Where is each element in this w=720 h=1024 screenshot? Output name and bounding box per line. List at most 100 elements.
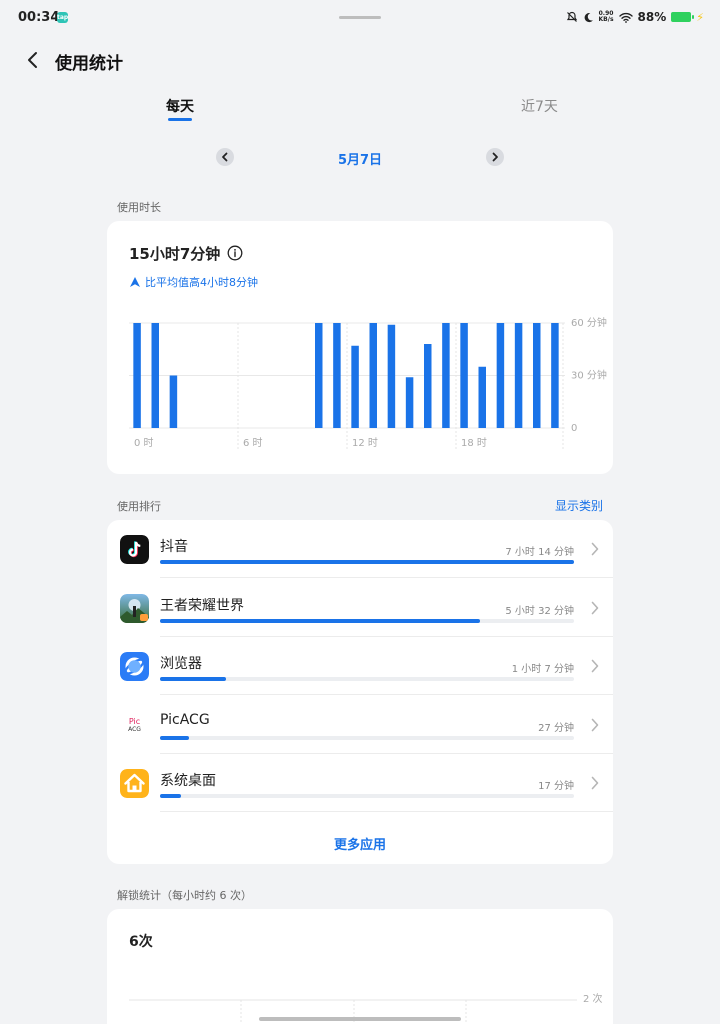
net-speed-unit: KB/s — [598, 16, 614, 23]
mute-bell-icon — [566, 11, 577, 22]
status-time: 00:34 — [18, 10, 60, 25]
usage-bar — [169, 375, 178, 428]
usage-progress-track — [160, 618, 574, 623]
x-tick-label: 0 时 — [134, 437, 154, 449]
battery-percent: 88% — [637, 10, 667, 24]
picacg-icon-text: ACG — [128, 725, 141, 733]
app-usage-row[interactable]: 浏览器 1 小时 7 分钟 — [107, 637, 613, 695]
usage-progress-fill — [160, 560, 574, 564]
moon-icon — [584, 12, 593, 22]
app-usage-time: 7 小时 14 分钟 — [505, 547, 574, 558]
usage-bar-chart: 0 时 6 时 12 时 18 时 60 分钟 30 分钟 0 — [129, 316, 607, 450]
usage-bar — [424, 344, 432, 428]
usage-duration-section-title: 使用时长 — [117, 201, 161, 214]
unlock-y-tick-label: 2 次 — [583, 992, 603, 1005]
app-name: 系统桌面 — [160, 773, 216, 789]
usage-bar — [478, 366, 486, 428]
current-date: 5月7日 — [337, 153, 383, 168]
chevron-right-icon — [591, 542, 599, 556]
top-bar: 使用统计 — [0, 40, 720, 80]
douyin-icon — [120, 535, 149, 564]
usage-bar — [405, 377, 414, 428]
app-usage-time: 5 小时 32 分钟 — [505, 605, 574, 617]
status-bar: 00:34 tap 0.90 KB/s 88% ⚡ — [0, 0, 720, 34]
usage-progress-fill — [160, 618, 480, 623]
app-usage-row[interactable]: 系统桌面 17 分钟 — [107, 754, 613, 812]
usage-bar — [514, 323, 523, 428]
usage-bar — [333, 323, 341, 428]
chevron-right-icon — [591, 601, 599, 614]
app-name: PicACG — [160, 711, 210, 728]
usage-bar — [351, 345, 359, 428]
back-arrow-icon[interactable] — [22, 48, 44, 72]
y-tick-label: 0 — [571, 423, 577, 434]
usage-comparison: 比平均值高4小时8分钟 — [129, 274, 258, 290]
chevron-right-icon — [591, 718, 599, 731]
usage-bar — [460, 323, 468, 428]
app-usage-row[interactable]: 抖音 7 小时 14 分钟 — [107, 520, 613, 578]
x-tick-label: 6 时 — [243, 437, 263, 449]
row-divider — [160, 811, 613, 812]
charging-icon: ⚡ — [696, 10, 704, 24]
usage-progress-track — [160, 560, 574, 564]
browser-icon — [120, 652, 149, 681]
unlock-card: 6次 2 次 — [107, 909, 613, 1024]
app-name: 王者荣耀世界 — [160, 597, 244, 614]
app-usage-time: 27 分钟 — [538, 722, 574, 734]
net-speed: 0.90 KB/s — [599, 11, 614, 23]
app-usage-row[interactable]: Pic ACG PicACG 27 分钟 — [107, 696, 613, 754]
usage-progress-track — [160, 677, 574, 681]
chevron-right-icon — [492, 152, 498, 162]
picacg-icon-text: Pic — [128, 716, 141, 726]
x-tick-label: 18 时 — [461, 437, 487, 449]
period-tabs: 每天 近7天 — [0, 92, 720, 128]
usage-bar — [551, 323, 559, 428]
chevron-right-icon — [591, 659, 599, 673]
more-apps-button[interactable]: 更多应用 — [107, 834, 613, 853]
usage-progress-track — [160, 794, 574, 798]
usage-bar — [387, 324, 396, 428]
usage-bar — [496, 323, 505, 428]
app-name: 浏览器 — [160, 656, 202, 672]
unlock-count: 6次 — [129, 934, 153, 950]
usage-progress-fill — [160, 794, 181, 798]
next-day-button[interactable] — [486, 148, 504, 166]
usage-bar — [442, 323, 450, 428]
usage-duration-card: 15小时7分钟 比平均值高4小时8分钟 0 时 6 时 12 时 18 时 60 分钟 3… — [107, 221, 613, 474]
app-usage-row[interactable]: 王者荣耀世界 5 小时 32 分钟 — [107, 579, 613, 637]
usage-progress-track — [160, 735, 574, 740]
y-tick-label: 60 分钟 — [571, 316, 607, 329]
home-indicator[interactable] — [259, 1017, 461, 1021]
tab-indicator — [168, 118, 192, 121]
usage-comparison-text: 比平均值高4小时8分钟 — [145, 276, 258, 289]
chevron-right-icon — [591, 776, 599, 790]
total-usage-time: 15小时7分钟 — [129, 245, 221, 263]
usage-ranking-card: 抖音 7 小时 14 分钟王者荣耀世界 5 小时 32 分钟浏览器 1 小时 7 分钟… — [107, 520, 613, 864]
tab-last-7-days[interactable]: 近7天 — [521, 96, 558, 116]
app-usage-time: 17 分钟 — [538, 781, 574, 792]
app-name: 抖音 — [160, 539, 188, 555]
usage-bar — [533, 323, 541, 428]
battery-icon — [671, 12, 695, 22]
wifi-icon — [618, 12, 633, 23]
game-icon — [120, 593, 149, 623]
window-handle[interactable] — [339, 16, 381, 19]
picacg-icon: Pic ACG — [120, 710, 149, 740]
status-right: 0.90 KB/s 88% ⚡ — [566, 9, 704, 25]
tab-daily[interactable]: 每天 — [166, 96, 194, 116]
unlock-section-title: 解锁统计（每小时约 6 次） — [117, 889, 252, 902]
date-navigator: 5月7日 — [0, 146, 720, 168]
usage-bar — [133, 323, 141, 428]
arrow-up-icon — [130, 277, 140, 287]
home-icon — [120, 769, 149, 798]
y-tick-label: 30 分钟 — [571, 369, 607, 382]
usage-bar — [369, 323, 377, 428]
usage-ranking-section-title: 使用排行 — [117, 500, 161, 513]
show-category-button[interactable]: 显示类别 — [555, 497, 603, 514]
usage-progress-fill — [160, 735, 189, 740]
usage-bar — [315, 323, 323, 428]
x-tick-label: 12 时 — [352, 437, 378, 449]
info-icon[interactable] — [227, 245, 243, 261]
app-usage-time: 1 小时 7 分钟 — [511, 664, 574, 675]
page-title: 使用统计 — [55, 54, 123, 74]
